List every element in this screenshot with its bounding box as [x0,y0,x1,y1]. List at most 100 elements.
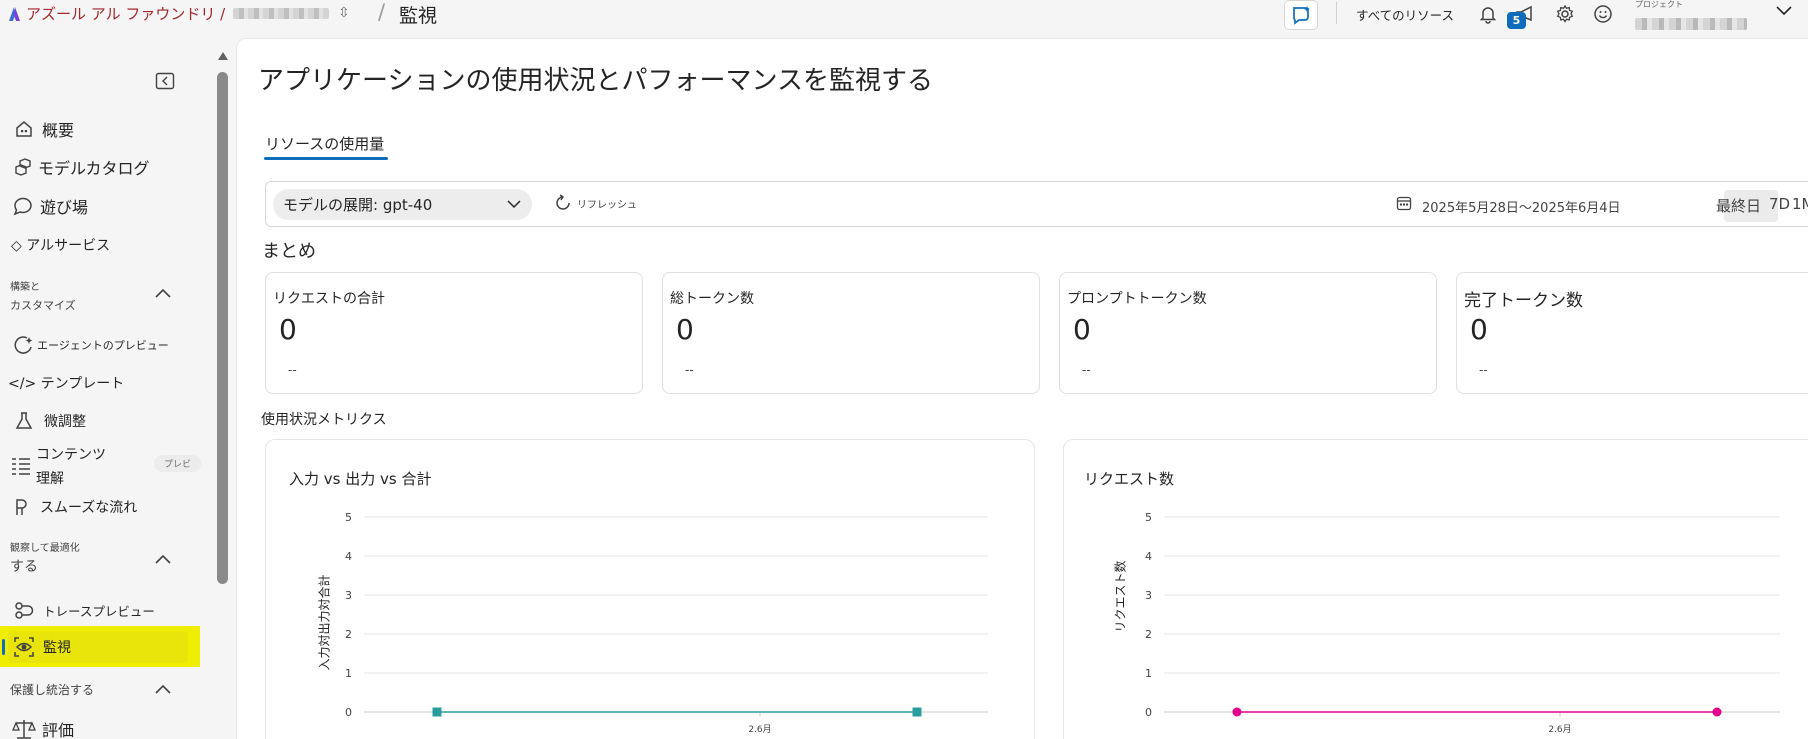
bell-icon[interactable] [1478,4,1498,24]
sidebar-item-label: スムーズな流れ [40,500,138,516]
tab-active-underline [264,157,388,160]
project-label: プロジェクト [1635,0,1683,9]
chevron-up-icon[interactable] [154,683,172,697]
sidebar-item-label: ◇ アルサービス [11,238,111,254]
x-tick-label: 2.6月 [1548,724,1571,735]
flow-icon [16,499,27,515]
section-protect-govern[interactable]: 保護し統治する [10,681,94,699]
data-point [1712,707,1722,717]
scroll-up-arrow-icon[interactable] [218,52,228,60]
refresh-button[interactable]: リフレッシュ [553,193,637,213]
sidebar-item-playground[interactable]: 遊び場 [12,194,88,218]
calendar-icon[interactable] [1396,195,1412,211]
chart-title: リクエスト数 [1084,470,1175,488]
y-tick-label: 3 [345,589,352,602]
redacted-hub-name [233,8,330,19]
sidebar-item-agents[interactable]: エージェントのプレビュー [13,335,169,355]
all-resources-link[interactable]: すべてのリソース [1356,5,1454,24]
deployment-dropdown-value: モデルの展開: gpt-40 [283,196,433,214]
usage-metrics-heading: 使用状況メトリクス [261,412,387,428]
metric-card-prompt-tokens: プロンプトトークン数 0 -- [1059,272,1437,394]
section-label: カスタマイズ [10,299,76,312]
card-title: プロンプトトークン数 [1067,291,1207,307]
chevron-down-icon[interactable] [1775,2,1793,18]
y-tick-label: 0 [345,706,352,719]
smiley-feedback-icon[interactable] [1593,4,1613,24]
section-observe-optimize[interactable]: 観察して最適化 する [10,540,80,576]
deployment-dropdown[interactable]: モデルの展開: gpt-40 [273,189,532,220]
breadcrumb-current-page: 監視 [399,5,438,27]
copilot-button[interactable] [1284,0,1318,30]
metric-card-completion-tokens: 完了トークン数 0 -- [1456,272,1808,394]
data-point [432,707,442,717]
cube-icon [15,158,31,176]
section-label: 観察して最適化 [10,543,80,554]
brand[interactable]: アズール アル ファウンドリ / [6,3,330,24]
refresh-label: リフレッシュ [577,199,637,211]
y-tick-label: 4 [345,550,352,563]
sidebar-item-label: エージェントのプレビュー [37,339,169,352]
x-tick-label: 2.6月 [748,724,771,735]
sidebar-item-label: 微調整 [44,414,86,430]
active-indicator [2,639,5,655]
card-change: -- [1082,363,1091,377]
summary-heading: まとめ [262,241,316,262]
line-chart-request-count: 0 1 2 3 4 5 2.6月 [1145,511,1780,735]
card-change: -- [1479,363,1488,377]
sidebar-item-prompt-flow[interactable]: スムーズな流れ [14,497,137,517]
sidebar-item-ai-services[interactable]: ◇ アルサービス [11,235,110,255]
sidebar-item-tracing[interactable]: トレースプレビュー [13,600,155,620]
refresh-icon [556,194,570,210]
chevron-up-icon[interactable] [154,287,172,301]
sidebar-item-evaluation[interactable]: 評価 [12,717,74,739]
sidebar-item-fine-tune[interactable]: 微調整 [14,411,86,431]
sidebar-item-label: 遊び場 [40,198,89,217]
notification-badge[interactable]: 5 [1507,12,1526,29]
sidebar-item-templates[interactable]: </> テンプレート [8,373,124,393]
switch-icon[interactable]: ⇳ [338,5,350,21]
line-chart-io-total: 0 1 2 3 4 5 2.6月 [345,511,988,735]
time-range-last-label[interactable]: 最終日 [1716,195,1761,216]
preview-badge: プレビ [154,455,202,472]
sidebar-item-content-understanding[interactable]: コンテンツ 理解 [10,443,106,491]
date-range-picker[interactable]: 2025年5月28日〜2025年6月4日 [1422,197,1621,216]
sidebar-item-label: コンテンツ [36,447,106,463]
time-range-1m-button[interactable]: 1M [1792,195,1808,213]
y-tick-label: 0 [1145,706,1152,719]
sidebar-item-label: 概要 [42,121,75,140]
brand-title: アズール アル ファウンドリ / [26,5,226,23]
card-change: -- [288,363,297,377]
home-icon [16,121,32,137]
section-build-customize[interactable]: 構築と カスタマイズ [10,279,76,315]
sidebar-item-label: </> テンプレート [8,376,125,392]
sidebar-item-label: モデルカタログ [38,159,150,178]
chevron-up-icon[interactable] [154,553,172,567]
collapse-sidebar-icon[interactable] [155,72,175,90]
y-tick-label: 2 [345,628,352,641]
metric-card-total-tokens: 総トークン数 0 -- [662,272,1040,394]
time-range-7d-button[interactable]: 7D [1769,195,1790,213]
card-title: 総トークン数 [670,291,754,307]
redacted-project-name[interactable] [1635,18,1747,30]
scrollbar-thumb[interactable] [217,72,228,584]
y-tick-label: 3 [1145,589,1152,602]
breadcrumb-separator: / [378,0,386,24]
card-title: リクエストの合計 [273,291,385,307]
scale-icon [12,720,36,739]
y-tick-label: 5 [345,511,352,524]
section-label: 構築と [10,282,40,293]
foundry-logo-icon [9,6,20,21]
gear-icon[interactable] [1555,4,1575,24]
card-change: -- [685,363,694,377]
sidebar-item-label: トレースプレビュー [43,603,155,619]
monitor-eye-icon [14,637,34,657]
sidebar-item-monitoring[interactable]: 監視 [0,626,200,667]
page-title: アプリケーションの使用状況とパフォーマンスを監視する [258,66,933,96]
sidebar-item-model-catalog[interactable]: モデルカタログ [14,155,150,179]
sidebar-item-overview[interactable]: 概要 [14,117,74,141]
chart-title: 入力 vs 出力 vs 合計 [289,470,432,488]
y-tick-label: 4 [1145,550,1152,563]
card-value: 0 [676,313,694,346]
sidebar-item-label: 評価 [42,721,75,739]
tab-resource-usage[interactable]: リソースの使用量 [265,133,384,154]
